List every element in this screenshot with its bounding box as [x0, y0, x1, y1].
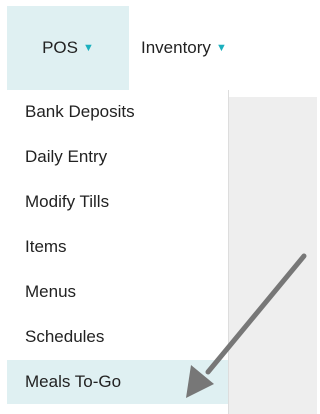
- menu-item-daily-entry[interactable]: Daily Entry: [7, 135, 228, 179]
- menu-item-bank-deposits[interactable]: Bank Deposits: [7, 90, 228, 134]
- menu-item-label: Modify Tills: [25, 192, 110, 211]
- menu-item-menus[interactable]: Menus: [7, 270, 228, 314]
- top-nav: POS ▼ Inventory ▼: [0, 0, 317, 90]
- pos-dropdown-menu: Bank Deposits Daily Entry Modify Tills I…: [7, 90, 229, 414]
- caret-down-icon: ▼: [215, 42, 227, 54]
- menu-item-modify-tills[interactable]: Modify Tills: [7, 180, 228, 224]
- menu-item-label: Daily Entry: [25, 147, 108, 166]
- nav-tab-inventory-label: Inventory: [141, 38, 211, 57]
- menu-item-label: Bank Deposits: [25, 102, 135, 121]
- menu-item-label: Menus: [25, 282, 77, 301]
- menu-item-label: Schedules: [25, 327, 105, 346]
- caret-down-icon: ▼: [83, 42, 94, 54]
- nav-tab-inventory[interactable]: Inventory ▼: [141, 6, 227, 90]
- nav-tab-pos[interactable]: POS ▼: [7, 6, 129, 90]
- menu-item-label: Items: [25, 237, 67, 256]
- menu-item-meals-to-go[interactable]: Meals To-Go: [7, 360, 228, 404]
- menu-item-schedules[interactable]: Schedules: [7, 315, 228, 359]
- menu-item-items[interactable]: Items: [7, 225, 228, 269]
- menu-item-label: Meals To-Go: [25, 372, 122, 391]
- content-area: [229, 97, 317, 414]
- nav-tab-pos-label: POS: [42, 38, 78, 57]
